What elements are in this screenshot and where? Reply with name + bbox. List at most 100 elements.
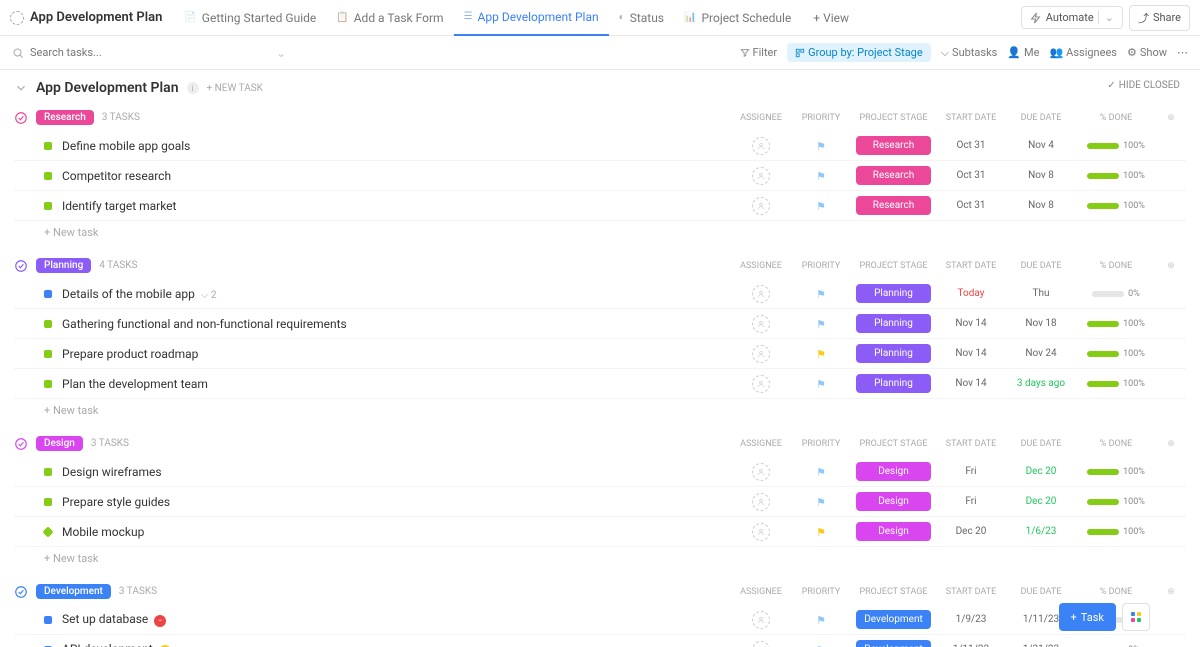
stage-badge[interactable]: Planning — [36, 258, 91, 273]
stage-pill[interactable]: Research — [856, 196, 931, 215]
start-date[interactable]: Dec 20 — [936, 526, 1006, 537]
task-name[interactable]: Competitor research — [62, 169, 731, 183]
stage-pill[interactable]: Planning — [856, 374, 931, 393]
assignee-button[interactable] — [752, 167, 770, 185]
progress[interactable]: 0% — [1076, 289, 1156, 299]
progress[interactable]: 100% — [1076, 497, 1156, 507]
progress[interactable]: 100% — [1076, 349, 1156, 359]
due-date[interactable]: 1/6/23 — [1006, 526, 1076, 537]
progress[interactable]: 100% — [1076, 141, 1156, 151]
status-square[interactable] — [44, 320, 52, 328]
start-date[interactable]: Nov 14 — [936, 378, 1006, 389]
progress[interactable]: 100% — [1076, 379, 1156, 389]
progress[interactable]: 100% — [1076, 467, 1156, 477]
status-square[interactable] — [44, 350, 52, 358]
status-square[interactable] — [44, 616, 52, 624]
task-name[interactable]: Identify target market — [62, 199, 731, 213]
assignee-button[interactable] — [752, 137, 770, 155]
priority-flag[interactable]: ⚑ — [816, 496, 826, 509]
task-row[interactable]: Plan the development team ⚑ Planning Nov… — [14, 369, 1186, 399]
stage-pill[interactable]: Planning — [856, 314, 931, 333]
tab-add-a-task-form[interactable]: 📋Add a Task Form — [326, 0, 453, 36]
due-date[interactable]: Nov 24 — [1006, 348, 1076, 359]
tab-project-schedule[interactable]: 📊Project Schedule — [674, 0, 801, 36]
task-row[interactable]: API development− ⚑ Development 1/11/23 1… — [14, 635, 1186, 647]
task-name[interactable]: Plan the development team — [62, 377, 731, 391]
status-square[interactable] — [42, 526, 53, 537]
assignee-button[interactable] — [752, 641, 770, 647]
status-square[interactable] — [44, 142, 52, 150]
assignee-button[interactable] — [752, 197, 770, 215]
stage-badge[interactable]: Research — [36, 110, 94, 125]
start-date[interactable]: Fri — [936, 496, 1006, 507]
automate-button[interactable]: Automate ⌄ — [1021, 6, 1123, 29]
stage-pill[interactable]: Development — [856, 610, 931, 629]
status-square[interactable] — [44, 498, 52, 506]
due-date[interactable]: 3 days ago — [1006, 378, 1076, 389]
start-date[interactable]: Nov 14 — [936, 348, 1006, 359]
status-square[interactable] — [44, 172, 52, 180]
task-row[interactable]: Prepare product roadmap ⚑ Planning Nov 1… — [14, 339, 1186, 369]
priority-flag[interactable]: ⚑ — [816, 644, 826, 647]
more-button[interactable]: ⋯ — [1177, 46, 1188, 59]
assignee-button[interactable] — [752, 375, 770, 393]
tab-getting-started-guide[interactable]: 📄Getting Started Guide — [174, 0, 326, 36]
progress[interactable]: 100% — [1076, 171, 1156, 181]
add-column-button[interactable]: ⊕ — [1156, 113, 1186, 123]
collapse-icon[interactable] — [14, 585, 28, 599]
priority-flag[interactable]: ⚑ — [816, 614, 826, 627]
task-name[interactable]: Mobile mockup — [62, 525, 731, 539]
status-square[interactable] — [44, 290, 52, 298]
task-row[interactable]: Define mobile app goals ⚑ Research Oct 3… — [14, 131, 1186, 161]
add-column-button[interactable]: ⊕ — [1156, 439, 1186, 449]
status-square[interactable] — [44, 380, 52, 388]
task-row[interactable]: Mobile mockup ⚑ Design Dec 20 1/6/23 100… — [14, 517, 1186, 547]
task-name[interactable]: Define mobile app goals — [62, 139, 731, 153]
show-button[interactable]: ⚙ Show — [1127, 46, 1167, 59]
tab-status[interactable]: ◐Status — [609, 0, 674, 36]
progress[interactable]: 100% — [1076, 201, 1156, 211]
priority-flag[interactable]: ⚑ — [816, 378, 826, 391]
new-task-row[interactable]: + New task — [14, 221, 1186, 244]
search-box[interactable]: ⌄ — [12, 46, 740, 60]
info-icon[interactable]: i — [187, 82, 199, 94]
collapse-icon[interactable] — [14, 259, 28, 273]
start-date[interactable]: Oct 31 — [936, 200, 1006, 211]
subtask-count[interactable]: ⌵ 2 — [201, 290, 217, 301]
due-date[interactable]: Dec 20 — [1006, 496, 1076, 507]
task-row[interactable]: Gathering functional and non-functional … — [14, 309, 1186, 339]
apps-fab-button[interactable] — [1122, 603, 1150, 631]
assignee-button[interactable] — [752, 315, 770, 333]
assignee-button[interactable] — [752, 493, 770, 511]
task-name[interactable]: Prepare product roadmap — [62, 347, 731, 361]
add-column-button[interactable]: ⊕ — [1156, 261, 1186, 271]
priority-flag[interactable]: ⚑ — [816, 466, 826, 479]
stage-pill[interactable]: Design — [856, 492, 931, 511]
start-date[interactable]: Nov 14 — [936, 318, 1006, 329]
stage-pill[interactable]: Design — [856, 522, 931, 541]
me-button[interactable]: 👤 Me — [1007, 46, 1039, 59]
add-view-button[interactable]: + View — [803, 0, 859, 36]
subtasks-button[interactable]: ⌵ Subtasks — [941, 46, 998, 60]
task-name[interactable]: Gathering functional and non-functional … — [62, 317, 731, 331]
start-date[interactable]: Oct 31 — [936, 140, 1006, 151]
chevron-down-icon[interactable]: ⌄ — [276, 46, 286, 60]
assignees-button[interactable]: 👥 Assignees — [1049, 46, 1117, 59]
task-name[interactable]: Details of the mobile app⌵ 2 — [62, 287, 731, 301]
task-name[interactable]: Design wireframes — [62, 465, 731, 479]
task-row[interactable]: Design wireframes ⚑ Design Fri Dec 20 10… — [14, 457, 1186, 487]
assignee-button[interactable] — [752, 463, 770, 481]
priority-flag[interactable]: ⚑ — [816, 348, 826, 361]
hide-closed-button[interactable]: ✓ HIDE CLOSED — [1107, 80, 1180, 91]
start-date[interactable]: Today — [936, 288, 1006, 299]
due-date[interactable]: Nov 8 — [1006, 170, 1076, 181]
priority-flag[interactable]: ⚑ — [816, 288, 826, 301]
filter-button[interactable]: Filter — [740, 46, 778, 59]
add-column-button[interactable]: ⊕ — [1156, 587, 1186, 597]
status-square[interactable] — [44, 202, 52, 210]
priority-flag[interactable]: ⚑ — [816, 318, 826, 331]
due-date[interactable]: Nov 4 — [1006, 140, 1076, 151]
due-date[interactable]: Nov 18 — [1006, 318, 1076, 329]
assignee-button[interactable] — [752, 523, 770, 541]
progress[interactable]: 100% — [1076, 527, 1156, 537]
